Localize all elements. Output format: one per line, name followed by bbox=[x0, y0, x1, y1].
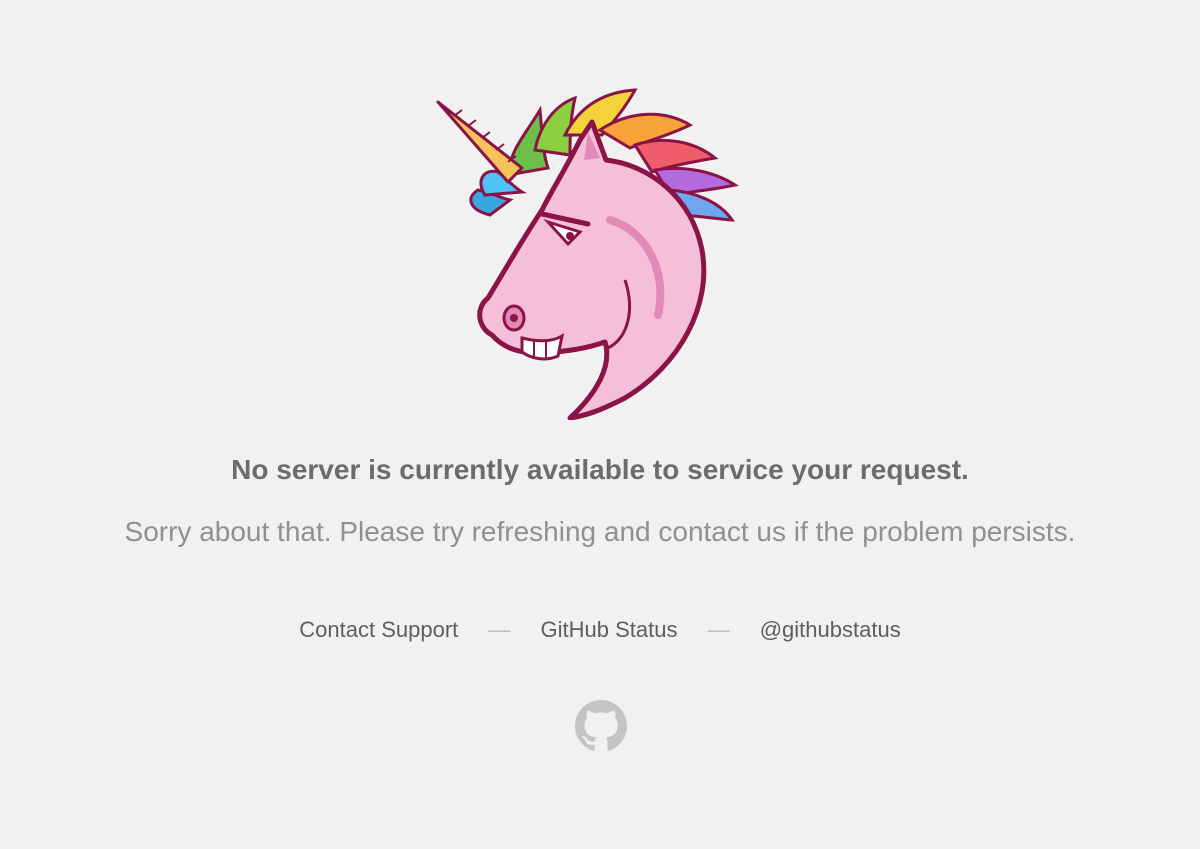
link-separator: — bbox=[707, 617, 730, 642]
contact-support-link[interactable]: Contact Support bbox=[299, 617, 458, 642]
githubstatus-twitter-link[interactable]: @githubstatus bbox=[760, 617, 901, 642]
link-separator: — bbox=[488, 617, 511, 642]
unicorn-illustration bbox=[436, 88, 739, 420]
error-message: Sorry about that. Please try refreshing … bbox=[124, 516, 1076, 547]
github-status-link[interactable]: GitHub Status bbox=[541, 617, 678, 642]
footer-links: Contact Support — GitHub Status — @githu… bbox=[0, 614, 1200, 646]
github-octocat-icon[interactable] bbox=[575, 700, 627, 752]
unicorn-horn bbox=[436, 100, 524, 184]
error-headline: No server is currently available to serv… bbox=[231, 454, 969, 485]
